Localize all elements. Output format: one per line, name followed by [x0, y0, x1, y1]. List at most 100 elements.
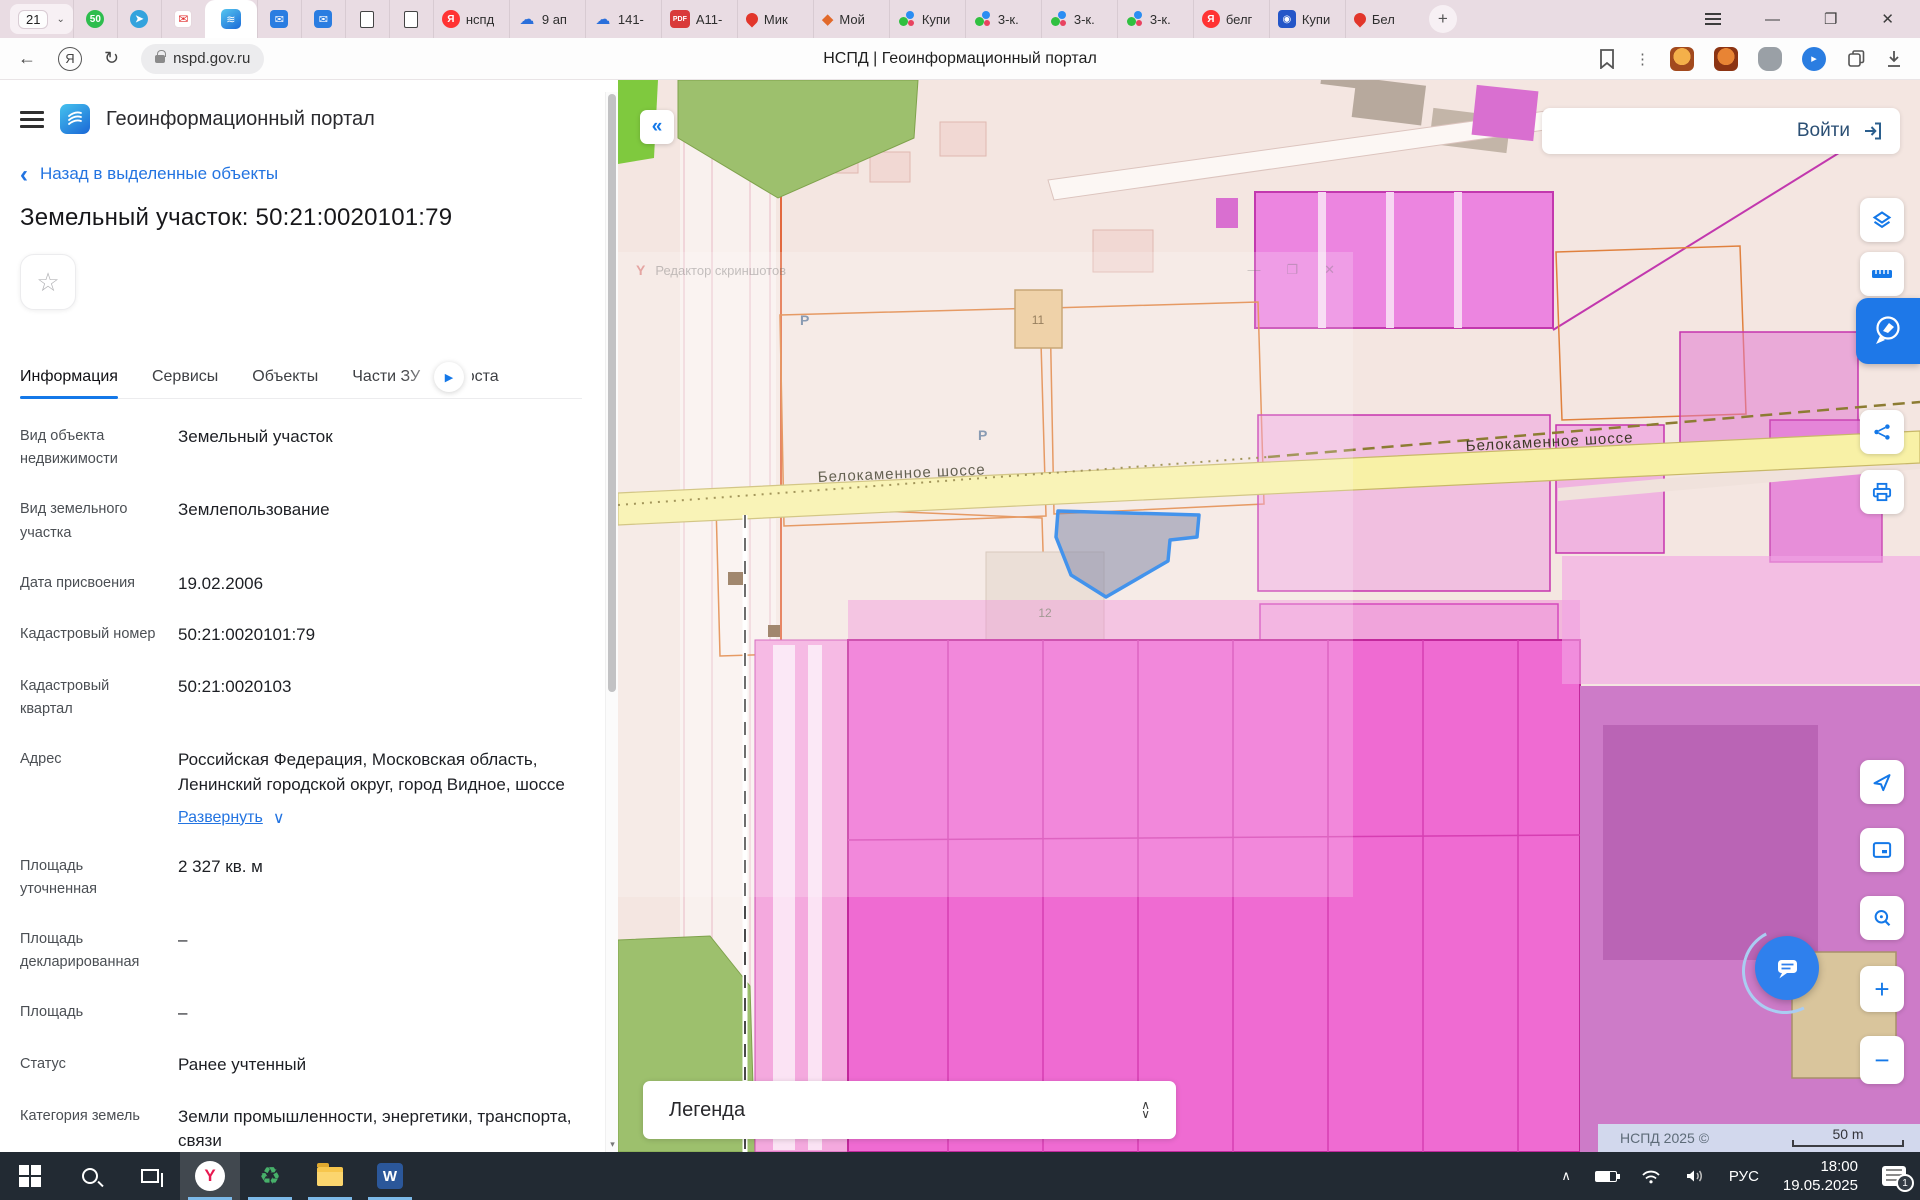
extensions-menu-icon[interactable]: ⋮ [1635, 50, 1650, 68]
language-indicator[interactable]: РУС [1729, 1168, 1759, 1185]
taskbar-green-app[interactable]: ♻ [240, 1152, 300, 1200]
tab-map-bel[interactable]: Бел [1345, 0, 1421, 38]
extension-icon-2[interactable] [1714, 47, 1738, 71]
browser-menu-icon[interactable] [1705, 10, 1721, 28]
menu-icon[interactable] [20, 107, 44, 132]
tab-counter[interactable]: 21 ⌄ [10, 4, 73, 34]
tab-objects[interactable]: Объекты [252, 368, 318, 386]
tab-label: 3-к. [1150, 12, 1171, 27]
minimap-button[interactable] [1860, 828, 1904, 872]
tab-kupi-2[interactable]: ◉Купи [1269, 0, 1345, 38]
ghost-window-controls: —❐✕ [1247, 262, 1335, 278]
new-tab-button[interactable]: + [1429, 5, 1457, 33]
notification-center-icon[interactable]: 1 [1882, 1166, 1906, 1186]
extension-icon-1[interactable] [1670, 47, 1694, 71]
field-row: Кадастровый номер50:21:0020101:79 [20, 623, 582, 648]
tab-mail-blue-2[interactable]: ✉ [301, 0, 345, 38]
layers-icon [1872, 210, 1892, 230]
login-bar[interactable]: Войти [1542, 108, 1900, 154]
tray-expand-icon[interactable]: ∧ [1561, 1168, 1571, 1184]
attribute-list: Вид объекта недвижимостиЗемельный участо… [20, 425, 582, 1152]
page-title: НСПД | Геоинформационный портал [823, 38, 1097, 80]
expand-address-link[interactable]: Развернуть ∨ [178, 808, 582, 828]
collapse-panel-button[interactable]: « [640, 110, 674, 144]
screen-tool-icon[interactable]: ▸ [1802, 47, 1826, 71]
tab-yandex-belg[interactable]: Ябелг [1193, 0, 1269, 38]
dots-icon [974, 10, 992, 28]
minimize-button[interactable]: — [1765, 11, 1780, 28]
close-button[interactable]: ✕ [1881, 10, 1894, 28]
measure-button[interactable] [1860, 252, 1904, 296]
chat-bubble-icon [1771, 952, 1803, 984]
legend-bar[interactable]: Легенда ∧ ∨ [643, 1081, 1176, 1139]
taskbar-yandex-browser[interactable]: Y [180, 1152, 240, 1200]
locate-button[interactable] [1860, 760, 1904, 804]
tab-badge-50[interactable]: 50 [73, 0, 117, 38]
tab-kupi-1[interactable]: Купи [889, 0, 965, 38]
chat-button[interactable] [1755, 936, 1819, 1000]
favorite-button[interactable]: ☆ [20, 254, 76, 310]
tabs-next-button[interactable]: ▶ [434, 362, 464, 392]
tab-moy[interactable]: ◆Мой [813, 0, 889, 38]
share-button[interactable] [1860, 410, 1904, 454]
tab-yandex-nspd[interactable]: Янспд [433, 0, 509, 38]
tab-label: 3-к. [998, 12, 1019, 27]
legend-toggle-icon[interactable]: ∧ ∨ [1141, 1101, 1150, 1119]
tab-map-mik[interactable]: Мик [737, 0, 813, 38]
address-bar: ← Я ↻ nspd.gov.ru НСПД | Геоинформационн… [0, 38, 1920, 80]
speaker-icon[interactable] [1685, 1168, 1705, 1184]
panel-scrollbar[interactable]: ▾ [605, 92, 618, 1152]
start-button[interactable] [0, 1152, 60, 1200]
dots-icon [1050, 10, 1068, 28]
tab-cloud-9ap[interactable]: ☁9 ап [509, 0, 585, 38]
refresh-icon[interactable]: ↻ [104, 48, 119, 69]
tab-pdf-a11[interactable]: PDFА11- [661, 0, 737, 38]
yandex-home-icon[interactable]: Я [58, 47, 82, 71]
tab-telegram[interactable]: ➤ [117, 0, 161, 38]
tab-services[interactable]: Сервисы [152, 368, 218, 386]
print-button[interactable] [1860, 470, 1904, 514]
system-tray: ∧ РУС 18:00 19.05.2025 1 [1561, 1152, 1920, 1200]
back-link-label: Назад в выделенные объекты [40, 164, 278, 184]
tab-doc-2[interactable] [389, 0, 433, 38]
tab-3k-1[interactable]: 3-к. [965, 0, 1041, 38]
draw-object-tool-button[interactable] [1856, 298, 1920, 364]
draw-object-icon [1871, 313, 1905, 349]
tab-mail-red[interactable]: ✉ [161, 0, 205, 38]
downloads-icon[interactable] [1886, 49, 1902, 69]
back-to-selected-objects-link[interactable]: ‹ Назад в выделенные объекты [20, 164, 582, 184]
zoom-out-button[interactable]: − [1860, 1036, 1904, 1084]
tab-3k-3[interactable]: 3-к. [1117, 0, 1193, 38]
tab-mail-blue-1[interactable]: ✉ [257, 0, 301, 38]
search-on-map-button[interactable] [1860, 896, 1904, 940]
task-view-button[interactable] [120, 1152, 180, 1200]
ghost-window-title: Редактор скриншотов [655, 263, 786, 278]
zoom-in-button[interactable]: + [1860, 966, 1904, 1012]
field-row: Площадь декларированная– [20, 928, 582, 974]
map-viewport[interactable]: 11 12 Р Р Белокаменное шоссе Белокаменно… [618, 80, 1920, 1152]
tab-nspd-active[interactable]: ≋ [205, 0, 257, 38]
scrollbar-thumb[interactable] [608, 94, 616, 692]
tab-cloud-141[interactable]: ☁141- [585, 0, 661, 38]
url-field[interactable]: nspd.gov.ru [141, 44, 264, 74]
chevrons-left-icon: « [652, 116, 663, 138]
yandex-icon: Y [636, 262, 645, 278]
battery-icon[interactable] [1595, 1171, 1617, 1182]
clock[interactable]: 18:00 19.05.2025 [1783, 1157, 1858, 1196]
print-icon [1872, 482, 1892, 502]
taskbar-word[interactable]: W [360, 1152, 420, 1200]
wifi-icon[interactable] [1641, 1169, 1661, 1184]
layers-button[interactable] [1860, 198, 1904, 242]
tabs-panel-icon[interactable] [1846, 49, 1866, 69]
mail-icon: ✉ [314, 10, 332, 28]
taskbar-search-button[interactable] [60, 1152, 120, 1200]
taskbar-file-explorer[interactable] [300, 1152, 360, 1200]
field-row: Вид земельного участкаЗемлепользование [20, 498, 582, 544]
tab-3k-2[interactable]: 3-к. [1041, 0, 1117, 38]
tab-doc-1[interactable] [345, 0, 389, 38]
tab-information[interactable]: Информация [20, 368, 118, 386]
restore-button[interactable]: ❐ [1824, 10, 1837, 28]
bookmark-icon[interactable] [1599, 49, 1615, 69]
extension-icon-3[interactable] [1758, 47, 1782, 71]
back-icon[interactable]: ← [18, 48, 36, 69]
